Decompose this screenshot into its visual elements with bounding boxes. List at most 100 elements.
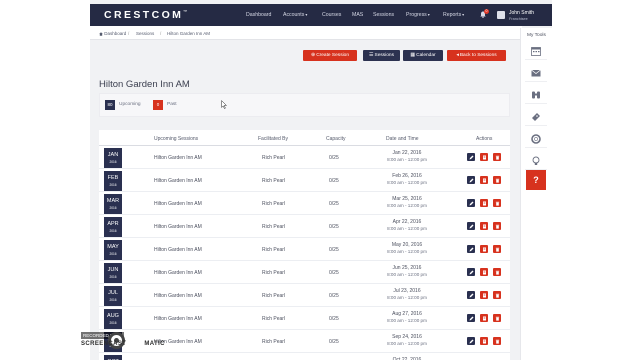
edit-session-button[interactable] bbox=[467, 199, 475, 207]
edit-session-button[interactable] bbox=[467, 176, 475, 184]
upcoming-filter-label[interactable]: Upcoming bbox=[119, 102, 141, 107]
tool-ticket[interactable] bbox=[525, 108, 547, 126]
session-name[interactable]: Hilton Garden Inn AM bbox=[154, 247, 202, 253]
edit-session-button[interactable] bbox=[467, 268, 475, 276]
list-icon: ☰ bbox=[369, 52, 374, 58]
tool-mail[interactable] bbox=[525, 64, 547, 82]
chevron-down-icon: ▾ bbox=[427, 12, 430, 17]
session-name[interactable]: Hilton Garden Inn AM bbox=[154, 293, 202, 299]
facilitator-name: Rich Pearl bbox=[262, 316, 286, 322]
print-session-button[interactable] bbox=[480, 337, 488, 345]
tool-lightbulb[interactable] bbox=[525, 152, 547, 170]
delete-session-button[interactable] bbox=[493, 176, 501, 184]
nav-dashboard[interactable]: Dashboard bbox=[246, 12, 271, 18]
table-row[interactable]: FEB 2016 Hilton Garden Inn AM Rich Pearl 0/2… bbox=[99, 169, 510, 192]
back-to-sessions-button[interactable]: ◂Back to Sessions bbox=[447, 50, 506, 61]
table-row[interactable]: MAY 2016 Hilton Garden Inn AM Rich Pearl 0/2… bbox=[99, 238, 510, 261]
print-session-button[interactable] bbox=[480, 153, 488, 161]
chevron-down-icon: ▾ bbox=[305, 12, 308, 17]
tool-calendar[interactable] bbox=[525, 42, 547, 60]
session-name[interactable]: Hilton Garden Inn AM bbox=[154, 178, 202, 184]
nav-courses[interactable]: Courses bbox=[322, 12, 341, 18]
print-session-button[interactable] bbox=[480, 176, 488, 184]
session-time: 8:00 am - 12:00 pm bbox=[387, 249, 427, 254]
crestcom-logo[interactable]: CRESTCOM™ bbox=[104, 9, 187, 21]
facilitator-name: Rich Pearl bbox=[262, 293, 286, 299]
delete-session-button[interactable] bbox=[493, 268, 501, 276]
sessions-list-button[interactable]: ☰Sessions bbox=[363, 50, 400, 61]
avatar[interactable] bbox=[497, 11, 505, 19]
document-icon bbox=[482, 293, 486, 297]
session-name[interactable]: Hilton Garden Inn AM bbox=[154, 201, 202, 207]
home-icon bbox=[99, 31, 103, 36]
session-date: May 20, 2016 bbox=[391, 242, 423, 248]
delete-session-button[interactable] bbox=[493, 314, 501, 322]
edit-session-button[interactable] bbox=[467, 153, 475, 161]
table-row[interactable]: JAN 2016 Hilton Garden Inn AM Rich Pearl 0/2… bbox=[99, 146, 510, 169]
lightbulb-icon bbox=[532, 156, 540, 165]
print-session-button[interactable] bbox=[480, 245, 488, 253]
trash-icon bbox=[495, 270, 499, 275]
document-icon bbox=[482, 155, 486, 159]
session-name[interactable]: Hilton Garden Inn AM bbox=[154, 270, 202, 276]
user-name[interactable]: John Smith bbox=[509, 10, 534, 16]
past-count-badge[interactable]: 0 bbox=[153, 100, 163, 110]
session-date-badge: FEB 2016 bbox=[104, 171, 122, 191]
edit-session-button[interactable] bbox=[467, 291, 475, 299]
capacity-value: 0/25 bbox=[329, 155, 339, 161]
edit-session-button[interactable] bbox=[467, 245, 475, 253]
help-button[interactable]: ? bbox=[526, 170, 546, 190]
delete-session-button[interactable] bbox=[493, 337, 501, 345]
trash-icon bbox=[495, 224, 499, 229]
pencil-icon bbox=[469, 339, 473, 343]
nav-mas[interactable]: MAS bbox=[352, 12, 363, 18]
delete-session-button[interactable] bbox=[493, 199, 501, 207]
create-session-button[interactable]: ⊕Create Session bbox=[303, 50, 357, 61]
session-name[interactable]: Hilton Garden Inn AM bbox=[154, 224, 202, 230]
breadcrumb-separator: / bbox=[128, 31, 130, 36]
year-label: 2016 bbox=[109, 252, 117, 256]
nav-sessions[interactable]: Sessions bbox=[373, 12, 394, 18]
calendar-button[interactable]: ▦Calendar bbox=[403, 50, 443, 61]
nav-accounts[interactable]: Accounts▾ bbox=[283, 12, 307, 18]
upcoming-count-badge[interactable]: 80 bbox=[105, 100, 115, 110]
past-filter-label[interactable]: Past bbox=[167, 102, 177, 107]
column-header-facilitated-by: Facilitated By bbox=[258, 136, 289, 142]
session-time: 8:00 am - 12:00 pm bbox=[387, 157, 427, 162]
print-session-button[interactable] bbox=[480, 222, 488, 230]
delete-session-button[interactable] bbox=[493, 222, 501, 230]
edit-session-button[interactable] bbox=[467, 314, 475, 322]
session-name[interactable]: Hilton Garden Inn AM bbox=[154, 155, 202, 161]
trash-icon bbox=[495, 201, 499, 206]
table-row[interactable]: JUN 2016 Hilton Garden Inn AM Rich Pearl 0/2… bbox=[99, 261, 510, 284]
table-row[interactable]: APR 2016 Hilton Garden Inn AM Rich Pearl 0/2… bbox=[99, 215, 510, 238]
nav-progress[interactable]: Progress▾ bbox=[406, 12, 430, 18]
capacity-value: 0/25 bbox=[329, 247, 339, 253]
facilitator-name: Rich Pearl bbox=[262, 178, 286, 184]
lifebuoy-icon bbox=[531, 134, 541, 144]
breadcrumb-sessions[interactable]: Sessions bbox=[136, 31, 154, 36]
nav-reports[interactable]: Reports▾ bbox=[443, 12, 464, 18]
document-icon bbox=[482, 270, 486, 274]
capacity-value: 0/25 bbox=[329, 224, 339, 230]
print-session-button[interactable] bbox=[480, 314, 488, 322]
delete-session-button[interactable] bbox=[493, 245, 501, 253]
facilitator-name: Rich Pearl bbox=[262, 339, 286, 345]
edit-session-button[interactable] bbox=[467, 222, 475, 230]
delete-session-button[interactable] bbox=[493, 153, 501, 161]
print-session-button[interactable] bbox=[480, 268, 488, 276]
calendar-icon: ▦ bbox=[410, 52, 416, 58]
document-icon bbox=[482, 339, 486, 343]
print-session-button[interactable] bbox=[480, 291, 488, 299]
delete-session-button[interactable] bbox=[493, 291, 501, 299]
table-row[interactable]: MAR 2016 Hilton Garden Inn AM Rich Pearl 0/2… bbox=[99, 192, 510, 215]
table-row[interactable]: AUG 2016 Hilton Garden Inn AM Rich Pearl 0/2… bbox=[99, 307, 510, 330]
print-session-button[interactable] bbox=[480, 199, 488, 207]
month-label: AUG bbox=[107, 313, 119, 319]
table-row[interactable]: JUL 2016 Hilton Garden Inn AM Rich Pearl 0/2… bbox=[99, 284, 510, 307]
tool-lifebuoy[interactable] bbox=[525, 130, 547, 148]
edit-session-button[interactable] bbox=[467, 337, 475, 345]
tool-binoculars[interactable] bbox=[525, 86, 547, 104]
breadcrumb-dashboard[interactable]: Dashboard bbox=[99, 31, 126, 36]
session-name[interactable]: Hilton Garden Inn AM bbox=[154, 316, 202, 322]
